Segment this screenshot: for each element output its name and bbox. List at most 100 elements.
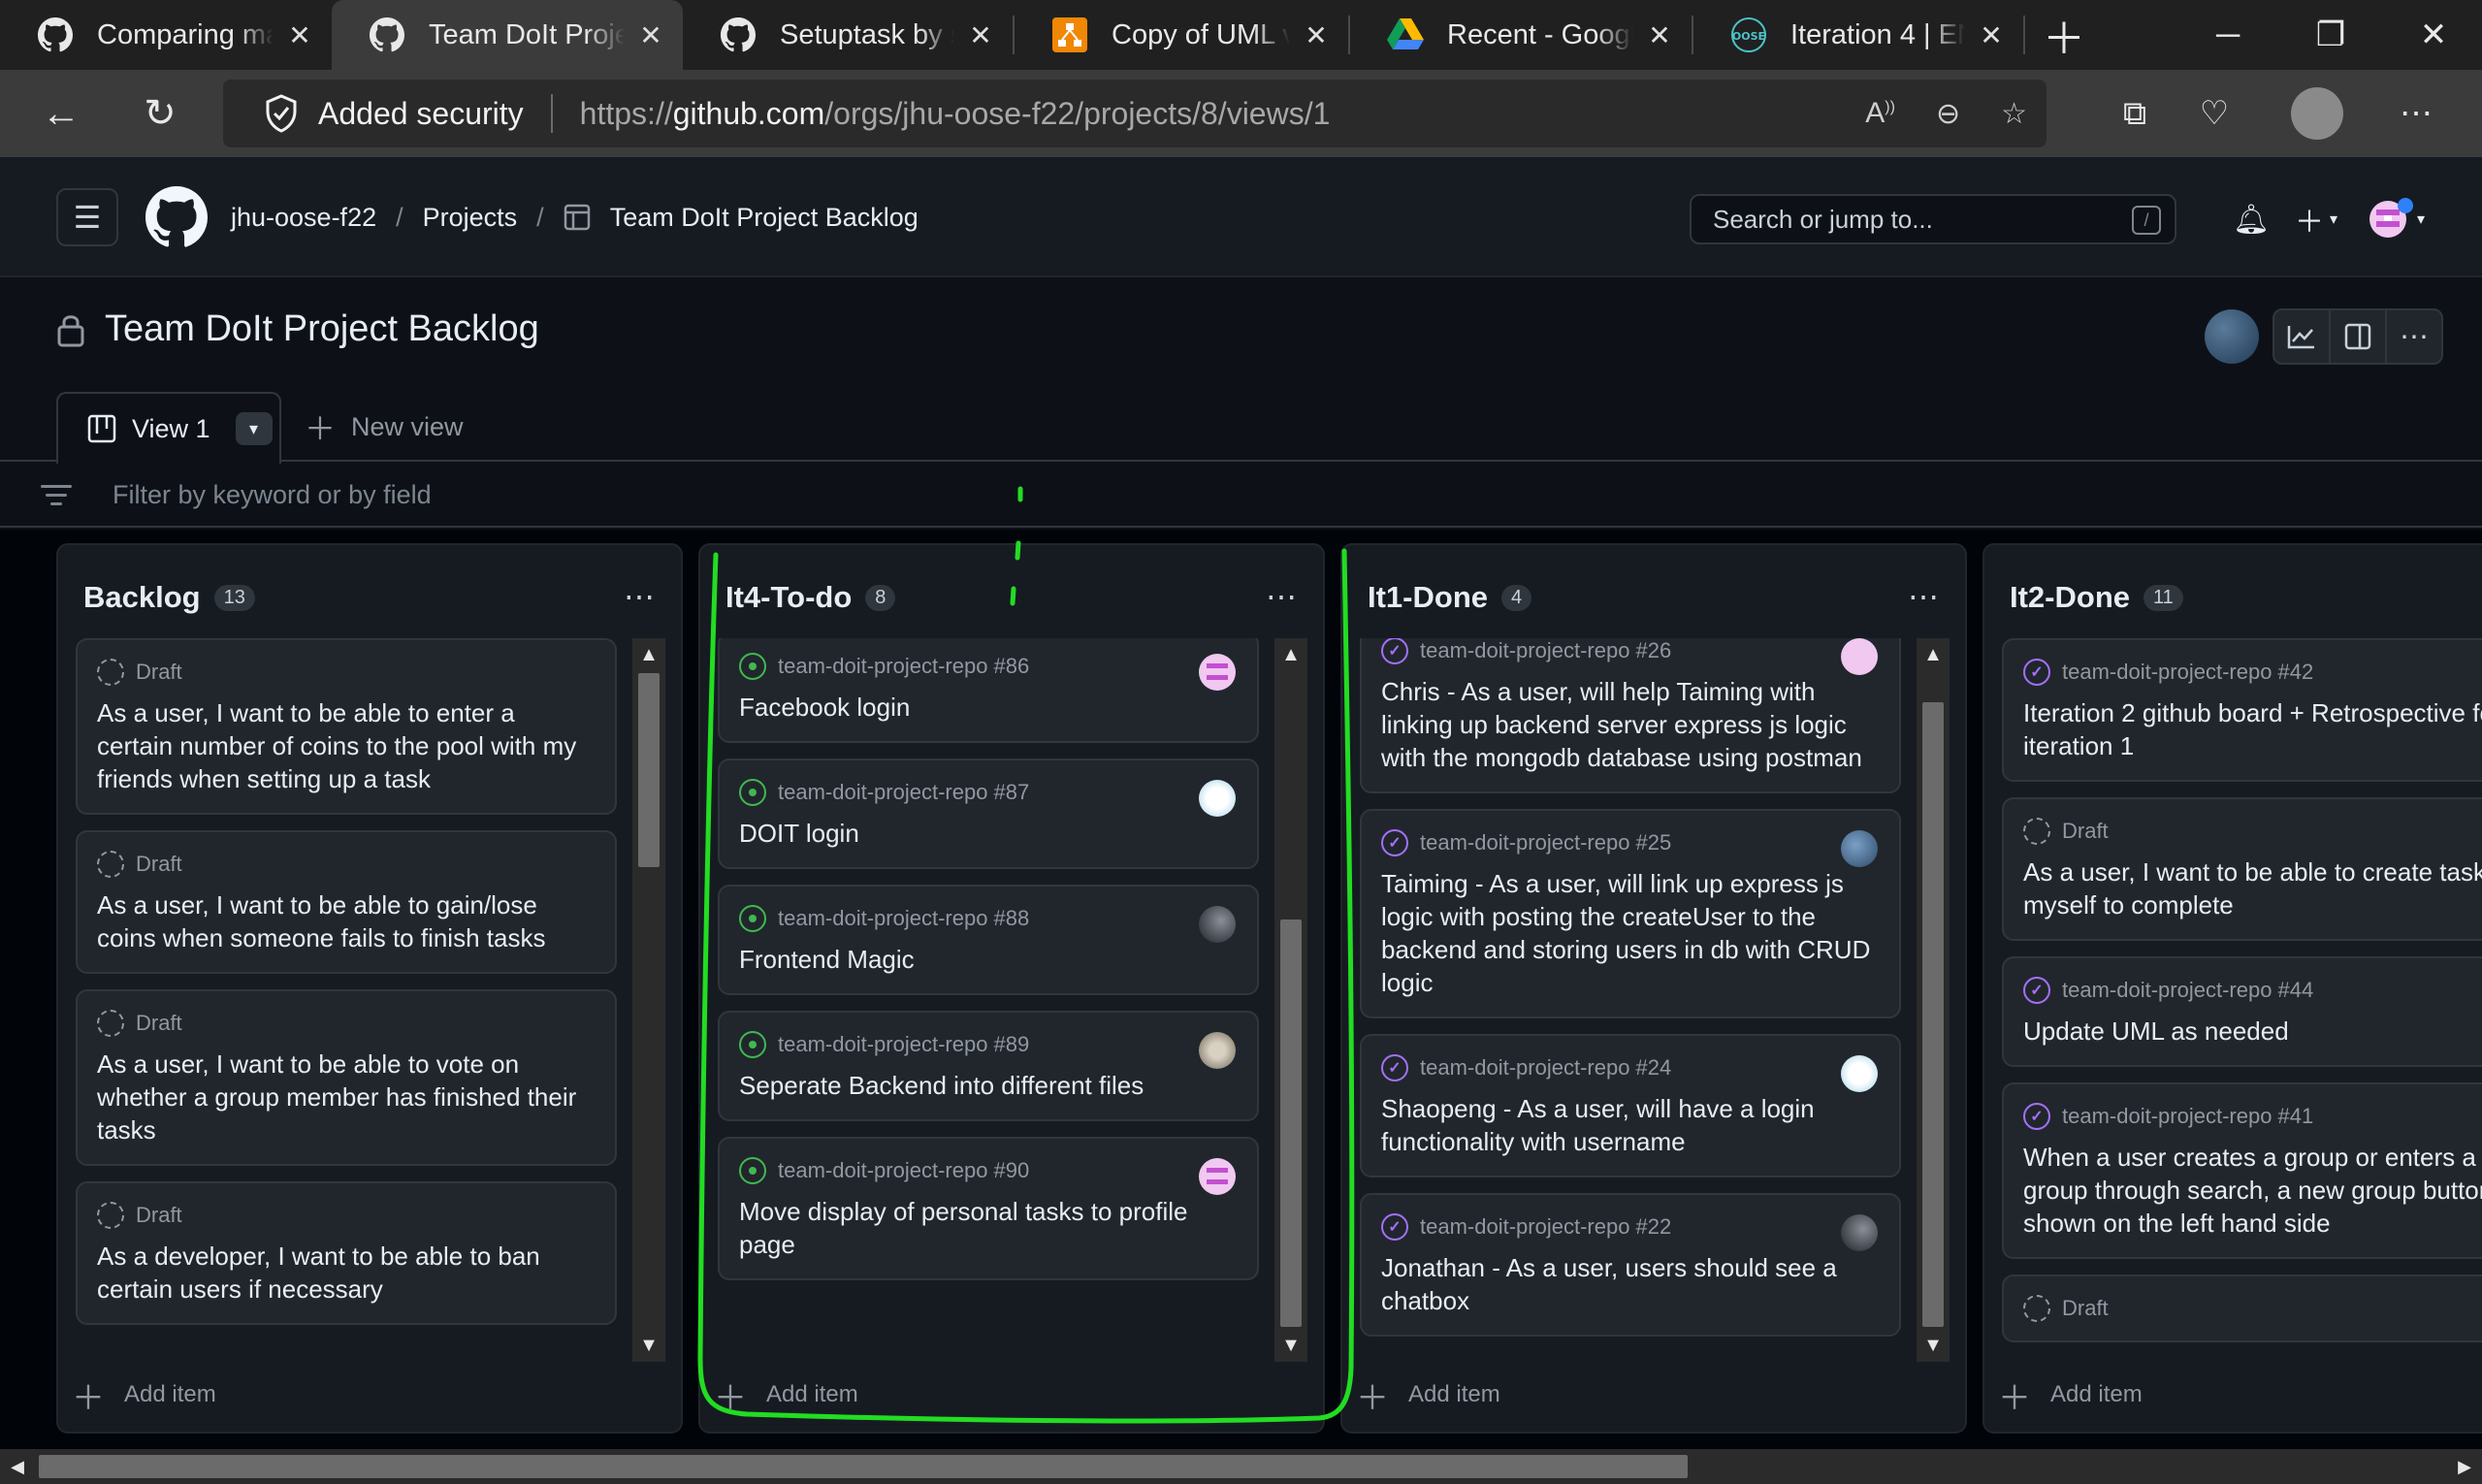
- card[interactable]: ✓ team-doit-project-repo #26 Chris - As a…: [1360, 638, 1901, 793]
- card-meta[interactable]: team-doit-project-repo #24: [1420, 1055, 1671, 1081]
- card-meta[interactable]: team-doit-project-repo #41: [2062, 1104, 2313, 1129]
- horizontal-scrollbar[interactable]: ◀ ▶: [0, 1449, 2482, 1484]
- card[interactable]: Draft As a developer, I want to be able …: [76, 1181, 617, 1325]
- card-meta[interactable]: team-doit-project-repo #42: [2062, 660, 2313, 685]
- favorite-add-icon[interactable]: ☆: [2001, 97, 2027, 131]
- close-icon[interactable]: ✕: [966, 20, 995, 50]
- assignee-avatar[interactable]: [1841, 1055, 1878, 1092]
- maximize-icon[interactable]: ❐: [2279, 0, 2382, 70]
- column-scrollbar[interactable]: ▲ ▼: [1274, 638, 1307, 1362]
- breadcrumb-projects[interactable]: Projects: [423, 203, 518, 233]
- column-scrollbar[interactable]: ▲ ▼: [632, 638, 665, 1362]
- security-indicator[interactable]: Added security: [223, 94, 524, 133]
- scroll-left-icon[interactable]: ◀: [0, 1449, 35, 1484]
- card-title[interactable]: As a user, I want to be able to gain/los…: [97, 888, 596, 954]
- card-title[interactable]: Iteration 2 github board + Retrospective…: [2023, 696, 2482, 762]
- bell-icon[interactable]: 🔔︎: [2233, 194, 2270, 244]
- card-title[interactable]: As a developer, I want to be able to ban…: [97, 1240, 596, 1306]
- card-meta[interactable]: team-doit-project-repo #22: [1420, 1214, 1671, 1240]
- card-title[interactable]: When a user creates a group or enters a …: [2023, 1141, 2482, 1240]
- scroll-up-icon[interactable]: ▲: [1274, 638, 1307, 671]
- browser-tab-4[interactable]: Copy of UML v ✕: [1015, 0, 1348, 70]
- card-title[interactable]: Shaopeng - As a user, will have a login …: [1381, 1092, 1880, 1158]
- scroll-right-icon[interactable]: ▶: [2447, 1449, 2482, 1484]
- close-icon[interactable]: ✕: [1302, 20, 1331, 50]
- browser-tab-3[interactable]: Setuptask by sy ✕: [683, 0, 1013, 70]
- minimize-icon[interactable]: ─: [2176, 0, 2279, 70]
- assignee-avatar[interactable]: [1199, 1032, 1236, 1069]
- column-menu-icon[interactable]: ⋯: [1908, 578, 1940, 615]
- add-item-button[interactable]: ＋ Add item: [72, 1375, 216, 1417]
- insights-icon[interactable]: [2272, 308, 2331, 365]
- collaborator-avatar[interactable]: [2205, 309, 2259, 364]
- card[interactable]: ✓ team-doit-project-repo #41 When a user …: [2002, 1082, 2482, 1259]
- read-aloud-icon[interactable]: A)): [1865, 97, 1895, 130]
- add-item-button[interactable]: ＋ Add item: [1356, 1375, 1500, 1417]
- add-item-button[interactable]: ＋ Add item: [1998, 1375, 2143, 1417]
- card-title[interactable]: Frontend Magic: [739, 943, 1238, 976]
- new-view-button[interactable]: ＋ New view: [305, 392, 464, 462]
- card-title[interactable]: Taiming - As a user, will link up expres…: [1381, 867, 1880, 999]
- url-text[interactable]: https://github.com/orgs/jhu-oose-f22/pro…: [580, 96, 1331, 132]
- card[interactable]: team-doit-project-repo #90 Move display …: [718, 1137, 1259, 1280]
- card[interactable]: Draft As a user, I want to be able to cr…: [2002, 797, 2482, 941]
- side-panel-icon[interactable]: [2329, 308, 2387, 365]
- scrollbar-thumb[interactable]: [1280, 919, 1302, 1327]
- create-new-icon[interactable]: ＋ ▾: [2295, 194, 2337, 244]
- user-avatar[interactable]: ▾: [2369, 194, 2425, 244]
- card[interactable]: ✓ team-doit-project-repo #42 Iteration 2 …: [2002, 638, 2482, 782]
- card[interactable]: ✓ team-doit-project-repo #22 Jonathan - A…: [1360, 1193, 1901, 1337]
- card-title[interactable]: Update UML as needed: [2023, 1015, 2482, 1048]
- card[interactable]: ✓ team-doit-project-repo #24 Shaopeng - A…: [1360, 1034, 1901, 1178]
- card[interactable]: Draft: [2002, 1274, 2482, 1342]
- collections-icon[interactable]: ⧉: [2105, 83, 2165, 144]
- assignee-avatar[interactable]: [1199, 654, 1236, 691]
- card-meta[interactable]: team-doit-project-repo #90: [778, 1158, 1029, 1183]
- column-menu-icon[interactable]: ⋯: [624, 578, 656, 615]
- card[interactable]: ✓ team-doit-project-repo #25 Taiming - As…: [1360, 809, 1901, 1018]
- search-input[interactable]: Search or jump to... /: [1690, 194, 2176, 244]
- card[interactable]: Draft As a user, I want to be able to ga…: [76, 830, 617, 974]
- browser-tab-5[interactable]: Recent - Googl ✕: [1350, 0, 1692, 70]
- filter-input[interactable]: Filter by keyword or by field: [113, 480, 432, 510]
- health-extension-icon[interactable]: ♡: [2184, 83, 2244, 144]
- card-meta[interactable]: team-doit-project-repo #88: [778, 906, 1029, 931]
- breadcrumb-org[interactable]: jhu-oose-f22: [231, 203, 376, 233]
- card[interactable]: team-doit-project-repo #89 Seperate Back…: [718, 1011, 1259, 1121]
- card-meta[interactable]: team-doit-project-repo #87: [778, 780, 1029, 805]
- more-options-icon[interactable]: ⋯: [2386, 83, 2446, 144]
- github-logo-icon[interactable]: [145, 186, 208, 248]
- card-title[interactable]: Facebook login: [739, 691, 1238, 724]
- assignee-avatar[interactable]: [1199, 780, 1236, 817]
- column-scrollbar[interactable]: ▲ ▼: [1917, 638, 1950, 1362]
- assignee-avatar[interactable]: [1199, 906, 1236, 943]
- scroll-down-icon[interactable]: ▼: [1274, 1329, 1307, 1362]
- card-title[interactable]: Move display of personal tasks to profil…: [739, 1195, 1238, 1261]
- assignee-avatar[interactable]: [1841, 638, 1878, 675]
- scroll-up-icon[interactable]: ▲: [1917, 638, 1950, 671]
- assignee-avatar[interactable]: [1199, 1158, 1236, 1195]
- assignee-avatar[interactable]: [1841, 1214, 1878, 1251]
- card-title[interactable]: As a user, I want to be able to enter a …: [97, 696, 596, 795]
- card-title[interactable]: DOIT login: [739, 817, 1238, 850]
- close-icon[interactable]: ✕: [1645, 20, 1674, 50]
- card[interactable]: team-doit-project-repo #88 Frontend Magi…: [718, 885, 1259, 995]
- card-title[interactable]: As a user, I want to be able to create t…: [2023, 855, 2482, 921]
- assignee-avatar[interactable]: [1841, 830, 1878, 867]
- scroll-down-icon[interactable]: ▼: [1917, 1329, 1950, 1362]
- close-icon[interactable]: ✕: [285, 20, 314, 50]
- new-tab-button[interactable]: ＋: [2025, 0, 2103, 70]
- scrollbar-thumb[interactable]: [1922, 702, 1944, 1327]
- url-field[interactable]: Added security https://github.com/orgs/j…: [223, 80, 2047, 147]
- card-meta[interactable]: team-doit-project-repo #25: [1420, 830, 1671, 855]
- scroll-up-icon[interactable]: ▲: [632, 638, 665, 671]
- card-meta[interactable]: team-doit-project-repo #86: [778, 654, 1029, 679]
- card-title[interactable]: Seperate Backend into different files: [739, 1069, 1238, 1102]
- card-title[interactable]: Chris - As a user, will help Taiming wit…: [1381, 675, 1880, 774]
- card-meta[interactable]: team-doit-project-repo #89: [778, 1032, 1029, 1057]
- horizontal-scrollbar-thumb[interactable]: [39, 1455, 1688, 1478]
- card-title[interactable]: Jonathan - As a user, users should see a…: [1381, 1251, 1880, 1317]
- chevron-down-icon[interactable]: ▾: [235, 412, 273, 445]
- card[interactable]: Draft As a user, I want to be able to en…: [76, 638, 617, 815]
- card[interactable]: team-doit-project-repo #86 Facebook logi…: [718, 638, 1259, 743]
